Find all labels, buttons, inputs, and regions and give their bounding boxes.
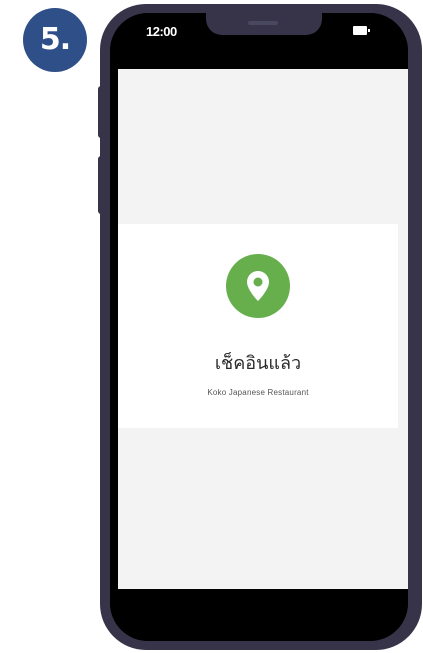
venue-name: Koko Japanese Restaurant: [207, 388, 309, 397]
phone-notch: [206, 13, 322, 35]
map-marker-icon: [247, 271, 269, 301]
step-number-badge: 5.: [23, 8, 87, 72]
tutorial-step-figure: 5. 12:00 เช็คอินแล้ว Koko Japanese Resta…: [0, 0, 423, 653]
volume-down-button: [98, 156, 104, 214]
phone-screen: 12:00 เช็คอินแล้ว Koko Japanese Restaura…: [110, 13, 408, 641]
location-pin-icon: [226, 254, 290, 318]
status-time: 12:00: [146, 24, 177, 39]
status-bar: 12:00: [110, 13, 408, 69]
bottom-bar: [110, 589, 408, 641]
checkin-confirmation-card: เช็คอินแล้ว Koko Japanese Restaurant: [118, 224, 398, 428]
speaker-grille: [248, 21, 278, 25]
volume-up-button: [98, 86, 104, 138]
app-content: เช็คอินแล้ว Koko Japanese Restaurant: [118, 69, 408, 589]
battery-icon: [353, 26, 370, 35]
power-button: [416, 82, 422, 142]
checkin-status-title: เช็คอินแล้ว: [214, 353, 302, 374]
